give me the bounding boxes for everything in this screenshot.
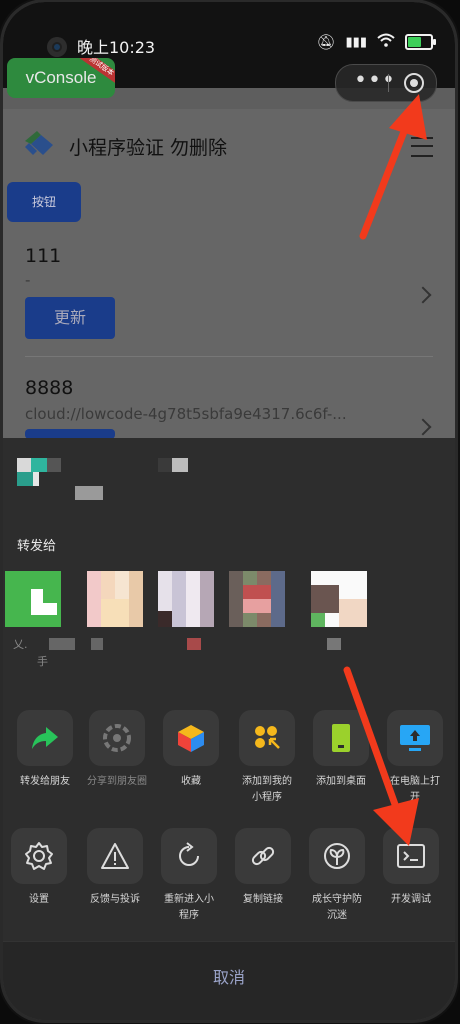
contact-avatar[interactable]: [158, 571, 214, 627]
wifi-icon: [377, 33, 395, 51]
contact-name: 乂.: [13, 638, 28, 651]
action-icon-box: [163, 710, 219, 766]
blurred-name: [91, 638, 103, 650]
item-subtitle: cloud://lowcode-4g78t5sbfa9e4317.6c6f-..…: [25, 405, 347, 423]
contact-avatar[interactable]: [311, 571, 367, 627]
action-icon-box: [161, 828, 217, 884]
action-add-to-my-mini-programs[interactable]: 添加到我的小程序: [225, 710, 309, 806]
add-mini-program-icon: [255, 726, 280, 749]
action-label: 开发调试: [391, 894, 431, 905]
phone-screen: 晚上10:23 🔕︎ ▮▮▮ vConsole 测试版本 ••• 小程序验证 勿…: [3, 2, 455, 1020]
forward-to-label: 转发给: [17, 539, 57, 554]
action-label: 设置: [29, 894, 49, 905]
action-icon-box: [89, 710, 145, 766]
battery-icon: [405, 34, 436, 50]
front-camera: [47, 37, 67, 57]
cancel-bar: 取消: [3, 941, 455, 1020]
contact-avatar[interactable]: [229, 571, 285, 627]
action-button[interactable]: 按钮: [7, 182, 81, 222]
action-label: 分享到朋友圈: [87, 776, 147, 787]
signal-icon: ▮▮▮: [345, 34, 367, 50]
reload-icon: [179, 842, 199, 866]
chevron-right-icon[interactable]: [414, 418, 432, 436]
action-label: 收藏: [181, 776, 201, 787]
moments-icon: [103, 724, 131, 752]
action-label: 重新进入小程序: [164, 894, 214, 921]
action-label: 添加到我的小程序: [242, 776, 292, 803]
action-icon-box: [11, 828, 67, 884]
contact-avatar[interactable]: [5, 571, 61, 627]
vconsole-button[interactable]: vConsole 测试版本: [7, 58, 115, 98]
action-icon-box: [235, 828, 291, 884]
annotation-arrow-top: [359, 94, 427, 240]
action-icon-box: [87, 828, 143, 884]
contact-name-line2: 手: [37, 655, 48, 668]
link-icon: [251, 846, 275, 866]
action-icon-box: [17, 710, 73, 766]
action-icon-box: [239, 710, 295, 766]
action-favorite[interactable]: 收藏: [149, 710, 233, 790]
blurred-name: [49, 638, 75, 650]
warning-icon: [101, 843, 129, 869]
action-label: 成长守护防沉迷: [312, 894, 362, 921]
item-title: 111: [25, 245, 62, 267]
action-share-to-moments[interactable]: 分享到朋友圈: [75, 710, 159, 790]
vconsole-label: vConsole: [25, 68, 97, 87]
item-subtitle: -: [25, 271, 31, 289]
status-icons: 🔕︎ ▮▮▮: [316, 33, 436, 51]
share-arrow-icon: [32, 727, 58, 749]
status-time: 晚上10:23: [77, 38, 156, 57]
item-title: 8888: [25, 377, 74, 399]
blurred-name: [327, 638, 341, 650]
action-feedback[interactable]: 反馈与投诉: [73, 828, 157, 908]
blurred-name: [187, 638, 201, 650]
action-reenter-mini-program[interactable]: 重新进入小程序: [147, 828, 231, 924]
app-logo-icon: [25, 131, 53, 155]
list-divider: [25, 356, 433, 357]
gear-icon: [25, 842, 53, 870]
page-title: 小程序验证 勿删除: [69, 137, 228, 159]
action-label: 反馈与投诉: [90, 894, 140, 905]
action-label: 复制链接: [243, 894, 283, 905]
chevron-right-icon[interactable]: [414, 286, 432, 304]
cancel-button[interactable]: 取消: [3, 964, 455, 988]
mute-icon: 🔕︎: [316, 33, 336, 51]
action-settings[interactable]: 设置: [3, 828, 81, 908]
contact-avatar[interactable]: [87, 571, 143, 627]
annotation-arrow-bottom: [343, 666, 419, 846]
favorite-cube-icon: [178, 725, 204, 752]
action-copy-link[interactable]: 复制链接: [221, 828, 305, 908]
update-button[interactable]: 更新: [25, 297, 115, 339]
